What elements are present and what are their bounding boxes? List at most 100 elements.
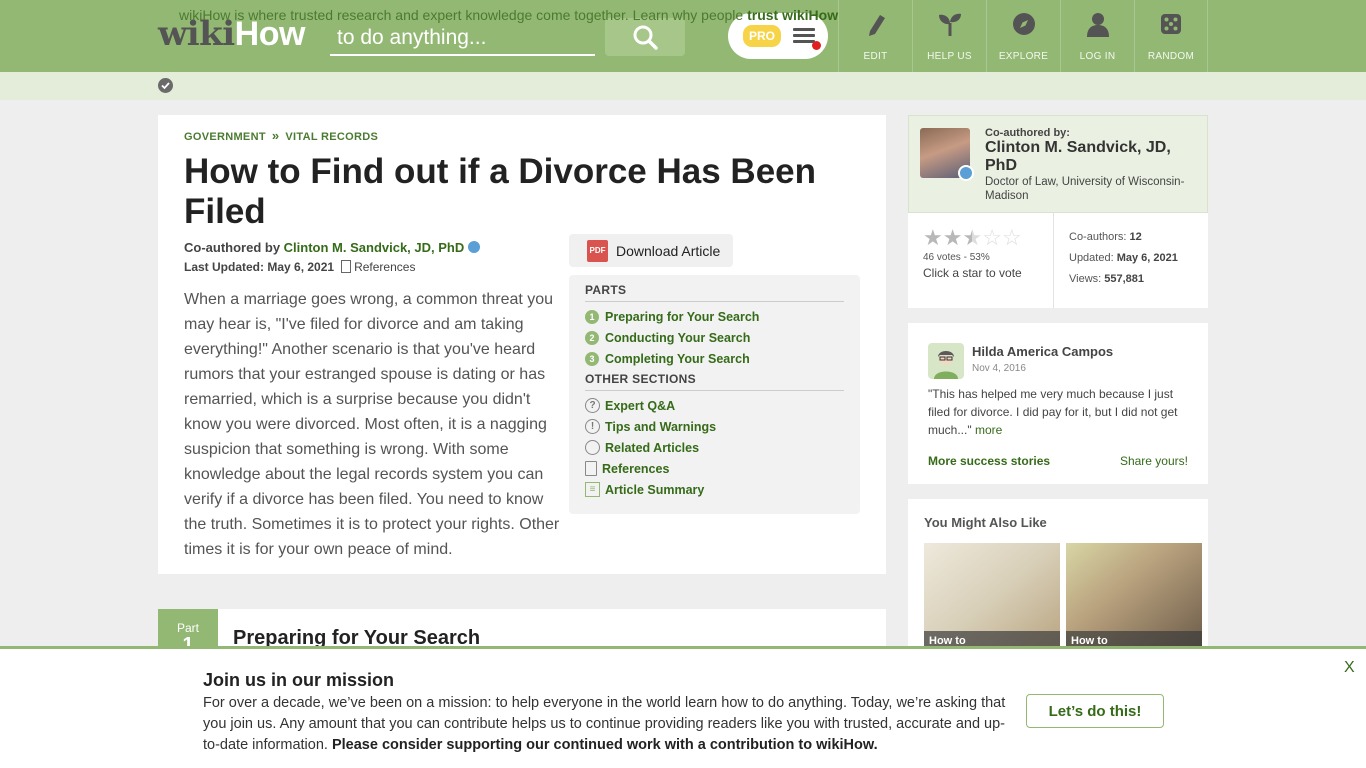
- part-1-section: Part 1 Preparing for Your Search: [158, 609, 886, 649]
- nav-edit[interactable]: EDIT: [838, 0, 912, 72]
- last-updated-label: Last Updated:: [184, 260, 265, 274]
- share-yours-link[interactable]: Share yours!: [1120, 454, 1188, 468]
- mission-banner: Join us in our mission For over a decade…: [0, 646, 1366, 768]
- article-intro: When a marriage goes wrong, a common thr…: [184, 291, 560, 558]
- story-quote: "This has helped me very much because I …: [928, 385, 1190, 439]
- breadcrumb: GOVERNMENT » VITAL RECORDS: [184, 128, 378, 143]
- verified-badge-icon: [958, 165, 974, 181]
- breadcrumb-government[interactable]: GOVERNMENT: [184, 131, 266, 143]
- trust-wikihow-link[interactable]: trust wikiHow: [747, 7, 838, 23]
- star-icon[interactable]: ★: [943, 227, 963, 249]
- dice-icon: [1160, 10, 1182, 38]
- divider: [1053, 213, 1054, 308]
- search-input[interactable]: [330, 22, 595, 56]
- related-articles-card: You Might Also Like How to How to: [908, 499, 1208, 659]
- toc-other-label: Related Articles: [605, 440, 700, 455]
- author-name[interactable]: Clinton M. Sandvick, JD, PhD: [985, 139, 1195, 175]
- checkmark-icon: [158, 78, 173, 93]
- toc-part-label: Completing Your Search: [605, 351, 750, 366]
- nav-random-label: RANDOM: [1147, 51, 1195, 62]
- toc-part-number: 1: [585, 309, 599, 324]
- related-article-thumbnail[interactable]: How to: [924, 543, 1060, 653]
- success-story-card: Hilda America Campos Nov 4, 2016 "This h…: [908, 323, 1208, 484]
- part-badge: Part 1: [158, 609, 218, 649]
- compass-icon: [1011, 10, 1037, 38]
- half-star-icon[interactable]: ★: [962, 227, 982, 249]
- question-icon: ?: [585, 398, 600, 413]
- table-of-contents: PARTS 1 Preparing for Your Search 2 Conduc…: [569, 275, 860, 514]
- article-intro-card: GOVERNMENT » VITAL RECORDS How to Find out…: [158, 115, 886, 574]
- trust-bar: [0, 72, 1366, 100]
- article-stats: Co-authors: 12 Updated: May 6, 2021 View…: [1069, 227, 1178, 290]
- author-credential: Doctor of Law, University of Wisconsin-M…: [985, 176, 1185, 202]
- references-icon: [585, 461, 597, 476]
- toc-part-2[interactable]: 2 Conducting Your Search: [585, 327, 844, 348]
- last-updated-date: May 6, 2021: [267, 260, 335, 274]
- banner-body-bold: Please consider supporting our continued…: [331, 737, 878, 753]
- more-success-stories-link[interactable]: More success stories: [928, 454, 1050, 468]
- coauthors-label: Co-authors:: [1069, 231, 1127, 243]
- toc-tips-warnings[interactable]: ! Tips and Warnings: [585, 416, 844, 437]
- download-article-button[interactable]: PDF Download Article: [569, 234, 733, 267]
- close-icon[interactable]: X: [1344, 659, 1355, 677]
- toc-part-number: 2: [585, 330, 599, 345]
- banner-text: For over a decade, we’ve been on a missi…: [203, 693, 1015, 756]
- updated-label: Updated:: [1069, 252, 1114, 264]
- download-article-label: Download Article: [616, 242, 721, 259]
- coauthors-value[interactable]: 12: [1130, 231, 1142, 243]
- verified-badge-icon: [468, 241, 481, 253]
- breadcrumb-vital-records[interactable]: VITAL RECORDS: [285, 131, 378, 143]
- notification-dot: [812, 41, 822, 50]
- rating-widget: ★★★☆☆ 46 votes - 53% Click a star to vot…: [923, 227, 1022, 281]
- author-summary: Co-authored by: Clinton M. Sandvick, JD,…: [908, 115, 1208, 213]
- vote-count: 46 votes - 53%: [923, 252, 990, 263]
- pencil-icon: [864, 10, 888, 38]
- search-icon: [633, 25, 658, 50]
- views-stat: Views: 557,881: [1069, 269, 1178, 290]
- toc-part-1[interactable]: 1 Preparing for Your Search: [585, 306, 844, 327]
- star-rating[interactable]: ★★★☆☆: [923, 227, 1022, 250]
- nav-explore[interactable]: EXPLORE: [986, 0, 1060, 72]
- toc-references[interactable]: References: [585, 458, 844, 479]
- nav-log-in[interactable]: LOG IN: [1060, 0, 1134, 72]
- contribute-button[interactable]: Let’s do this!: [1026, 694, 1164, 728]
- exclamation-icon: !: [585, 419, 600, 434]
- star-icon[interactable]: ★: [923, 227, 943, 249]
- updated-value: May 6, 2021: [1116, 252, 1178, 264]
- page-title: How to Find out if a Divorce Has Been Fi…: [184, 152, 817, 231]
- author-link[interactable]: Clinton M. Sandvick, JD, PhD: [284, 240, 465, 255]
- toc-expert-qa[interactable]: ? Expert Q&A: [585, 395, 844, 416]
- references-link[interactable]: References: [354, 260, 415, 274]
- related-articles-icon: [585, 440, 600, 455]
- part-badge-label: Part: [176, 621, 199, 635]
- nav-help-us-label: HELP US: [927, 51, 972, 62]
- reader-avatar: [928, 343, 964, 379]
- reader-name: Hilda America Campos: [972, 344, 1114, 359]
- views-label: Views:: [1069, 273, 1102, 285]
- story-quote-text: "This has helped me very much because I …: [928, 387, 1178, 437]
- nav-help-us[interactable]: HELP US: [912, 0, 986, 72]
- breadcrumb-separator: »: [271, 128, 280, 143]
- star-outline-icon[interactable]: ☆: [1002, 227, 1022, 249]
- toc-related-articles[interactable]: Related Articles: [585, 437, 844, 458]
- nav-log-in-label: LOG IN: [1079, 51, 1116, 62]
- pdf-icon: PDF: [587, 239, 608, 262]
- coauthored-label: Co-authored by:: [985, 127, 1070, 139]
- nav-random[interactable]: RANDOM: [1134, 0, 1208, 72]
- story-more-link[interactable]: more: [975, 423, 1002, 437]
- toc-part-label: Conducting Your Search: [605, 330, 751, 345]
- trust-bar-text: wikiHow is where trusted research and ex…: [179, 7, 838, 23]
- search-button[interactable]: [605, 18, 685, 56]
- toc-other-label: Tips and Warnings: [605, 419, 717, 434]
- toc-part-3[interactable]: 3 Completing Your Search: [585, 348, 844, 369]
- nav-explore-label: EXPLORE: [998, 51, 1049, 62]
- star-outline-icon[interactable]: ☆: [982, 227, 1002, 249]
- toc-part-number: 3: [585, 351, 599, 366]
- byline-prefix: Co-authored by: [184, 240, 284, 255]
- updated-stat: Updated: May 6, 2021: [1069, 248, 1178, 269]
- related-article-thumbnail[interactable]: How to: [1066, 543, 1202, 653]
- toc-article-summary[interactable]: ≡ Article Summary: [585, 479, 844, 500]
- toc-parts-heading: PARTS: [585, 283, 844, 302]
- related-title: You Might Also Like: [924, 515, 1047, 530]
- story-date: Nov 4, 2016: [972, 363, 1026, 374]
